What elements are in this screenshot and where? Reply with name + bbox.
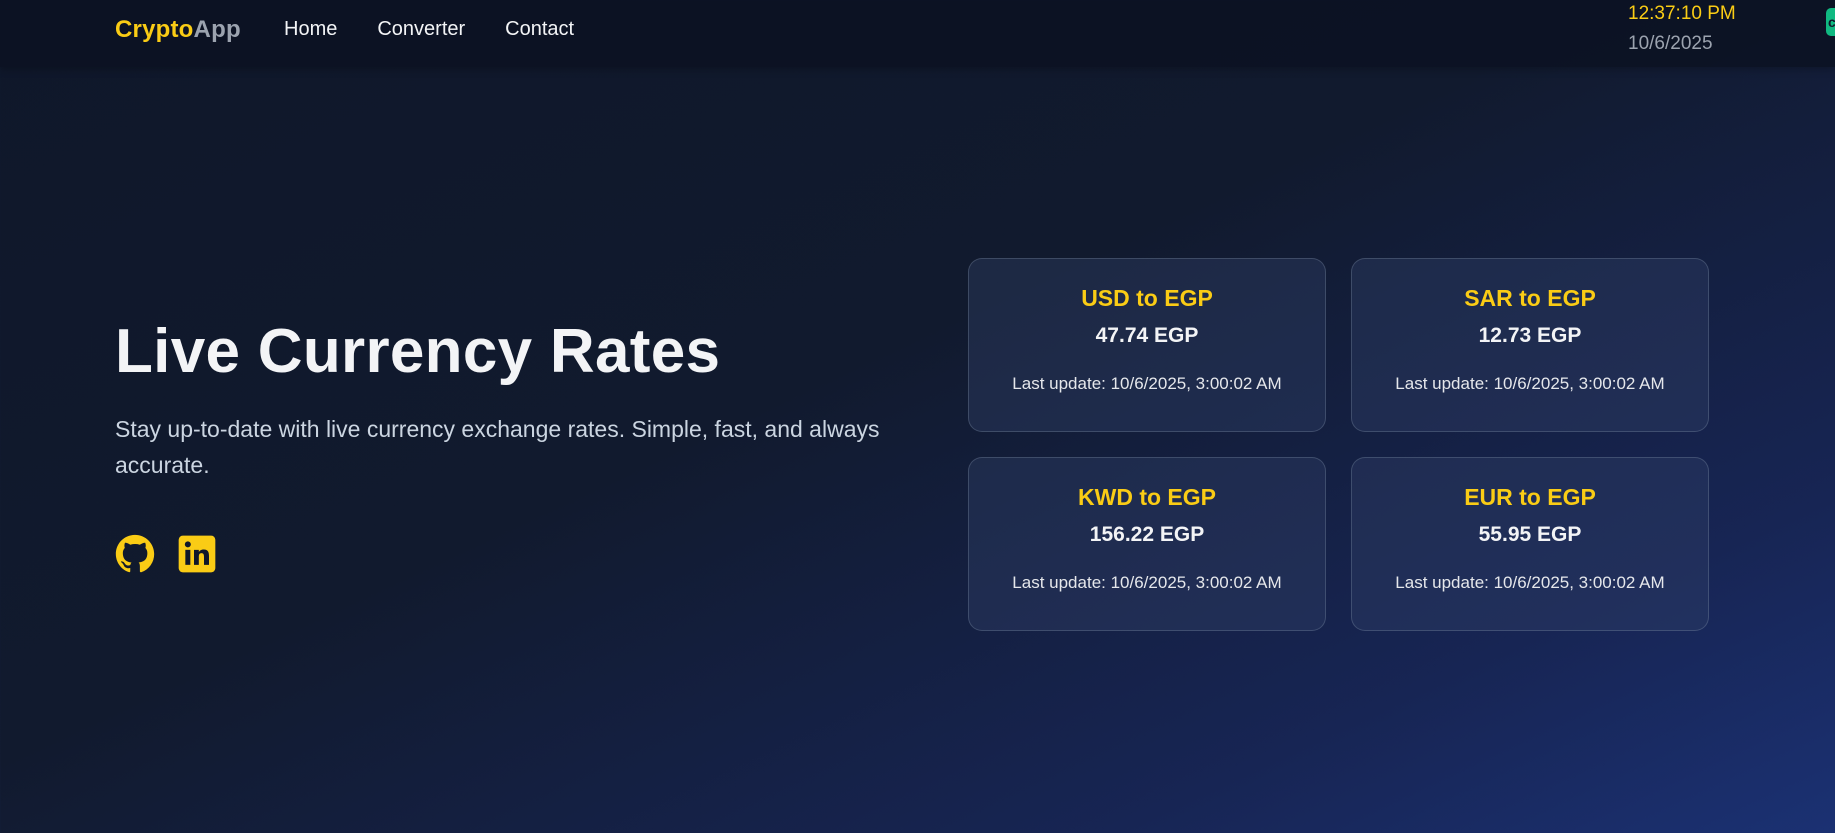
live-clock: 12:37:10 PM 10/6/2025 (1628, 2, 1736, 56)
linkedin-link[interactable] (177, 534, 217, 574)
rate-card-sar: SAR to EGP 12.73 EGP Last update: 10/6/2… (1351, 258, 1709, 432)
github-icon (115, 534, 155, 573)
rate-card-pair: EUR to EGP (1464, 484, 1596, 510)
rate-card-value: 156.22 EGP (1089, 523, 1205, 546)
rate-card-pair: USD to EGP (1081, 285, 1213, 311)
edge-extension-icon[interactable]: c (1826, 8, 1835, 36)
nav-link-converter[interactable]: Converter (377, 18, 465, 41)
brand-logo[interactable]: CryptoApp (115, 16, 241, 44)
rate-card-value: 12.73 EGP (1478, 324, 1582, 347)
nav-link-home[interactable]: Home (284, 18, 337, 41)
hero-subtitle: Stay up-to-date with live currency excha… (115, 416, 880, 478)
clock-time: 12:37:10 PM (1628, 3, 1736, 24)
rate-card-pair: SAR to EGP (1464, 285, 1596, 311)
rate-card-last-update: Last update: 10/6/2025, 3:00:02 AM (1395, 374, 1665, 393)
rate-card-last-update: Last update: 10/6/2025, 3:00:02 AM (1395, 573, 1665, 592)
rate-card-eur: EUR to EGP 55.95 EGP Last update: 10/6/2… (1351, 457, 1709, 631)
rate-card-last-update: Last update: 10/6/2025, 3:00:02 AM (1012, 573, 1282, 592)
social-links (115, 534, 217, 574)
brand-name-primary: Crypto (115, 16, 194, 43)
nav-link-contact[interactable]: Contact (505, 18, 574, 41)
rate-card-pair: KWD to EGP (1078, 484, 1216, 510)
nav-links: Home Converter Contact (284, 18, 574, 41)
rate-card-value: 55.95 EGP (1478, 523, 1582, 546)
top-navbar: CryptoApp Home Converter Contact 12:37:1… (0, 0, 1835, 67)
brand-name-secondary: App (193, 16, 241, 43)
linkedin-icon (178, 535, 216, 573)
rate-card-last-update: Last update: 10/6/2025, 3:00:02 AM (1012, 374, 1282, 393)
rate-card-kwd: KWD to EGP 156.22 EGP Last update: 10/6/… (968, 457, 1326, 631)
rate-card-value: 47.74 EGP (1095, 324, 1199, 347)
github-link[interactable] (115, 534, 155, 574)
clock-date: 10/6/2025 (1628, 33, 1713, 54)
rate-card-usd: USD to EGP 47.74 EGP Last update: 10/6/2… (968, 258, 1326, 432)
hero-title: Live Currency Rates (115, 317, 721, 386)
